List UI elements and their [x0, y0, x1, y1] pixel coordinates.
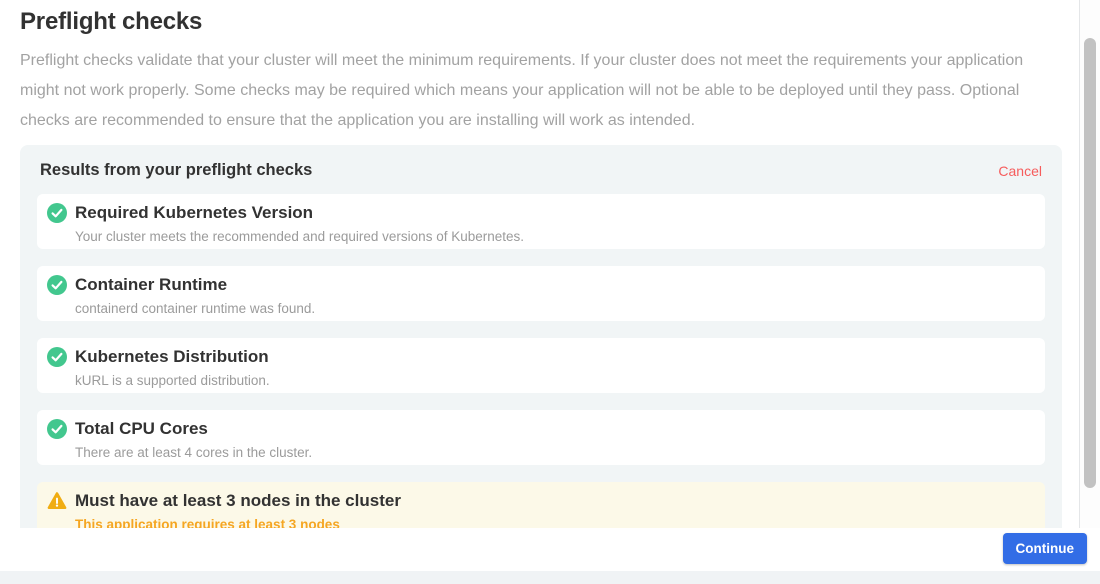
check-message: Your cluster meets the recommended and r… — [75, 229, 524, 244]
check-text: Must have at least 3 nodes in the cluste… — [75, 491, 401, 528]
check-text: Kubernetes Distribution kURL is a suppor… — [75, 347, 270, 388]
preflight-check-row: Kubernetes Distribution kURL is a suppor… — [37, 338, 1045, 393]
vertical-scrollbar[interactable] — [1079, 0, 1100, 570]
content-area: Preflight checks Preflight checks valida… — [0, 0, 1079, 528]
check-message: This application requires at least 3 nod… — [75, 517, 401, 528]
preflight-page: Preflight checks Preflight checks valida… — [0, 0, 1100, 584]
check-title: Required Kubernetes Version — [75, 203, 524, 223]
preflight-check-row: Total CPU Cores There are at least 4 cor… — [37, 410, 1045, 465]
page-title: Preflight checks — [20, 8, 1079, 36]
bottom-strip — [0, 571, 1100, 584]
preflight-results-panel: Results from your preflight checks Cance… — [20, 145, 1062, 528]
page-description: Preflight checks validate that your clus… — [20, 46, 1065, 136]
preflight-check-row: Required Kubernetes Version Your cluster… — [37, 194, 1045, 249]
check-message: kURL is a supported distribution. — [75, 373, 270, 388]
check-title: Container Runtime — [75, 275, 315, 295]
continue-button[interactable]: Continue — [1003, 533, 1088, 564]
warning-triangle-icon — [47, 491, 67, 511]
panel-header: Results from your preflight checks Cance… — [37, 161, 1045, 180]
check-circle-icon — [47, 347, 67, 367]
cancel-link[interactable]: Cancel — [998, 163, 1042, 179]
preflight-check-row: Must have at least 3 nodes in the cluste… — [37, 482, 1045, 528]
checks-list: Required Kubernetes Version Your cluster… — [37, 194, 1045, 528]
check-message: There are at least 4 cores in the cluste… — [75, 445, 312, 460]
footer-bar: Continue — [0, 528, 1100, 571]
check-title: Kubernetes Distribution — [75, 347, 270, 367]
check-circle-icon — [47, 419, 67, 439]
check-title: Must have at least 3 nodes in the cluste… — [75, 491, 401, 511]
check-text: Total CPU Cores There are at least 4 cor… — [75, 419, 312, 460]
check-message: containerd container runtime was found. — [75, 301, 315, 316]
check-circle-icon — [47, 203, 67, 223]
check-circle-icon — [47, 275, 67, 295]
check-text: Container Runtime containerd container r… — [75, 275, 315, 316]
check-text: Required Kubernetes Version Your cluster… — [75, 203, 524, 244]
preflight-check-row: Container Runtime containerd container r… — [37, 266, 1045, 321]
scrollbar-thumb[interactable] — [1084, 38, 1096, 488]
check-title: Total CPU Cores — [75, 419, 312, 439]
panel-title: Results from your preflight checks — [40, 161, 312, 180]
